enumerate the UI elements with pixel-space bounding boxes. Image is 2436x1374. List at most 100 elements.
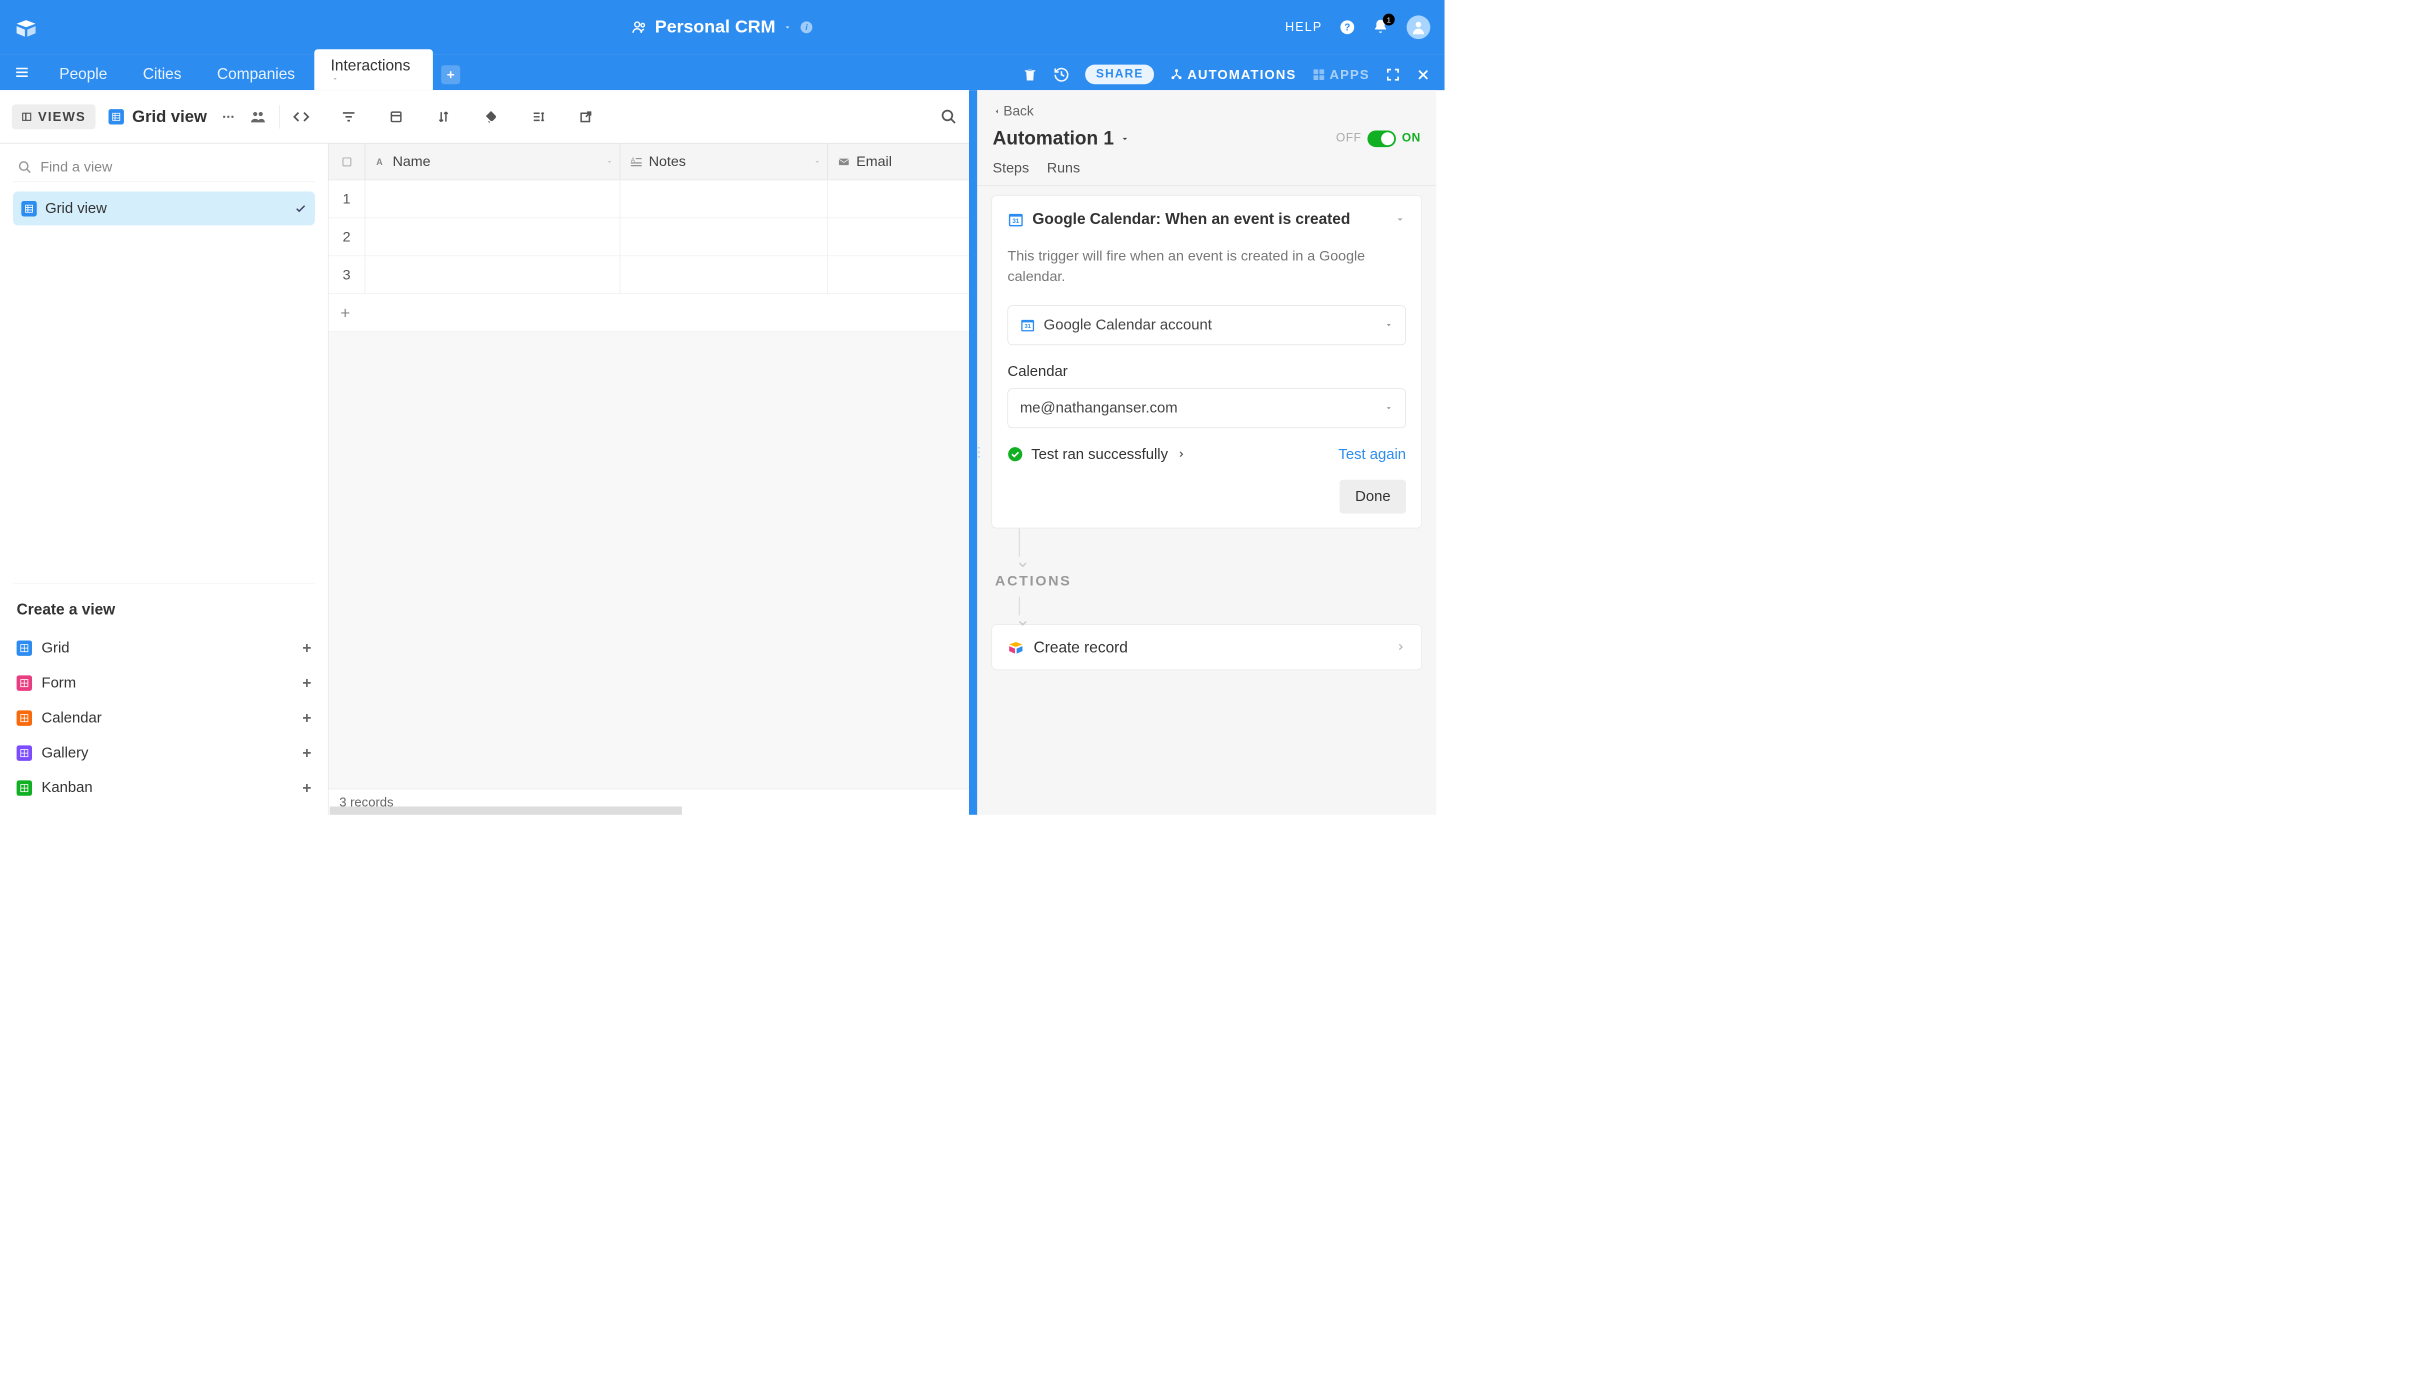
notifications-icon[interactable]: 1 [1372, 18, 1390, 36]
calendar-value: me@nathanganser.com [1020, 399, 1178, 416]
search-icon[interactable] [940, 108, 957, 125]
column-header-name[interactable]: A Name [365, 144, 620, 180]
chevron-right-icon [1395, 642, 1406, 653]
plus-icon: + [302, 639, 311, 657]
done-button[interactable]: Done [1340, 479, 1406, 513]
create-view-calendar[interactable]: Calendar+ [13, 700, 315, 735]
sort-icon[interactable] [435, 108, 452, 125]
automation-title[interactable]: Automation 1 [993, 127, 1131, 149]
tab-cities[interactable]: Cities [126, 58, 198, 91]
calendar-select[interactable]: me@nathanganser.com [1008, 388, 1406, 428]
tab-steps[interactable]: Steps [993, 160, 1029, 185]
trigger-title: Google Calendar: When an event is create… [1032, 210, 1350, 228]
base-title[interactable]: Personal CRM [655, 17, 776, 37]
airtable-logo-icon[interactable] [14, 15, 38, 39]
history-icon[interactable] [1053, 66, 1070, 83]
find-view-input[interactable]: Find a view [13, 153, 315, 182]
group-icon[interactable] [388, 108, 405, 125]
share-view-icon[interactable] [578, 108, 595, 125]
column-header-email[interactable]: Email [828, 144, 969, 180]
chevron-down-icon[interactable] [1394, 213, 1406, 225]
cell-name[interactable] [365, 218, 620, 255]
cell-name[interactable] [365, 256, 620, 293]
panel-drag-handle[interactable]: ⋮ [973, 445, 985, 460]
column-email-label: Email [856, 153, 892, 170]
grid-icon [17, 640, 32, 655]
back-button[interactable]: Back [977, 90, 1436, 124]
action-create-record[interactable]: Create record [991, 624, 1422, 670]
automations-button[interactable]: AUTOMATIONS [1170, 67, 1297, 82]
test-status-row[interactable]: Test ran successfully Test again [1008, 446, 1406, 463]
more-icon[interactable] [220, 108, 237, 125]
select-all-checkbox[interactable] [329, 144, 366, 180]
column-menu-icon[interactable] [605, 157, 613, 165]
calendar-icon [17, 710, 32, 725]
share-button[interactable]: SHARE [1085, 65, 1154, 85]
trigger-header[interactable]: 31 Google Calendar: When an event is cre… [1008, 210, 1406, 228]
cell-name[interactable] [365, 180, 620, 217]
create-view-grid[interactable]: Grid+ [13, 630, 315, 665]
views-toggle-button[interactable]: VIEWS [12, 104, 96, 129]
create-view-gallery[interactable]: Gallery+ [13, 735, 315, 770]
title-caret-icon[interactable] [783, 23, 792, 32]
current-view-name[interactable]: Grid view [108, 107, 206, 126]
table-row[interactable]: 2 [329, 218, 969, 256]
automation-toggle[interactable] [1367, 130, 1395, 147]
table-row[interactable]: 1 [329, 180, 969, 218]
row-height-icon[interactable] [530, 108, 547, 125]
user-avatar[interactable] [1407, 15, 1431, 39]
filter-icon[interactable] [340, 108, 357, 125]
cell-notes[interactable] [620, 218, 828, 255]
menu-icon[interactable] [11, 61, 34, 84]
cell-email[interactable] [828, 180, 969, 217]
view-name-label: Grid view [132, 107, 207, 126]
account-label: Google Calendar account [1044, 316, 1212, 333]
create-view-form[interactable]: Form+ [13, 665, 315, 700]
plus-icon: + [302, 709, 311, 727]
fullscreen-icon[interactable] [1385, 67, 1400, 82]
horizontal-scrollbar[interactable] [330, 806, 682, 814]
views-sidebar: Find a view Grid view Create a view Grid… [0, 144, 329, 815]
tab-people[interactable]: People [43, 58, 124, 91]
add-row-button[interactable]: + [329, 294, 969, 332]
trigger-description: This trigger will fire when an event is … [1008, 246, 1406, 287]
column-header-notes[interactable]: A Notes [620, 144, 828, 180]
code-icon[interactable] [293, 108, 310, 125]
caret-down-icon [1384, 403, 1393, 412]
add-table-button[interactable] [441, 65, 460, 84]
chevron-down-icon [1120, 133, 1131, 144]
cell-email[interactable] [828, 256, 969, 293]
automation-title-label: Automation 1 [993, 127, 1114, 149]
account-select[interactable]: 31 Google Calendar account [1008, 305, 1406, 345]
tab-interactions-label: Interactions [331, 56, 411, 74]
help-icon[interactable]: ? [1339, 19, 1356, 36]
create-view-heading: Create a view [13, 595, 315, 630]
color-icon[interactable] [483, 108, 500, 125]
apps-button[interactable]: APPS [1312, 67, 1370, 82]
table-row[interactable]: 3 [329, 256, 969, 294]
tab-runs[interactable]: Runs [1047, 160, 1080, 185]
collaborators-icon[interactable] [250, 108, 267, 125]
plus-icon: + [302, 744, 311, 762]
people-icon [631, 19, 648, 36]
column-menu-icon[interactable] [813, 157, 821, 165]
create-view-kanban[interactable]: Kanban+ [13, 770, 315, 805]
trash-icon[interactable] [1023, 67, 1038, 82]
cell-notes[interactable] [620, 256, 828, 293]
cell-email[interactable] [828, 218, 969, 255]
create-option-label: Form [42, 674, 77, 691]
plus-icon: + [302, 779, 311, 797]
grid-view-icon [108, 109, 123, 124]
test-again-link[interactable]: Test again [1338, 446, 1406, 463]
info-icon[interactable]: i [799, 20, 813, 34]
tab-interactions[interactable]: Interactions [314, 49, 433, 90]
tab-caret-icon[interactable] [331, 75, 417, 83]
row-number: 3 [329, 256, 366, 293]
help-label[interactable]: HELP [1285, 20, 1322, 34]
tab-companies[interactable]: Companies [200, 58, 311, 91]
cell-notes[interactable] [620, 180, 828, 217]
grid-header: A Name A Notes Email [329, 144, 969, 181]
sidebar-view-grid-view[interactable]: Grid view [13, 192, 315, 226]
close-icon[interactable] [1416, 67, 1430, 81]
grid-area: A Name A Notes Email [329, 144, 969, 815]
